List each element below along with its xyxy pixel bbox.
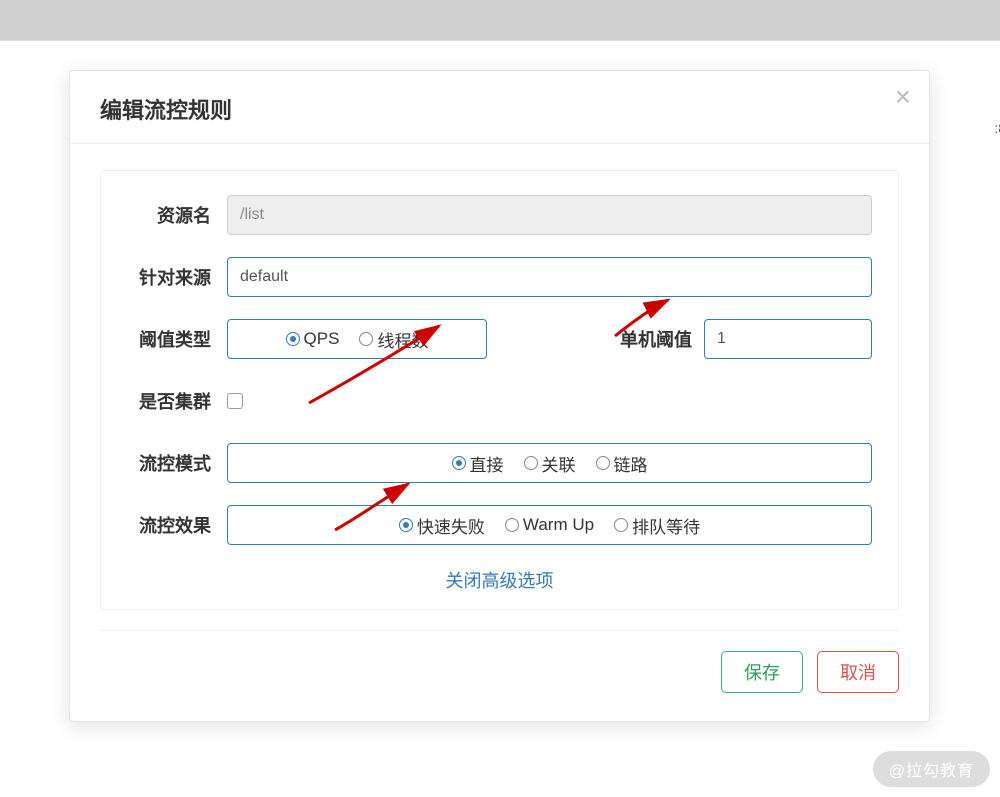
- cluster-checkbox[interactable]: [227, 393, 243, 409]
- radio-dot-icon: [524, 456, 538, 470]
- radio-dot-icon: [614, 518, 628, 532]
- label-effect: 流控效果: [127, 512, 227, 538]
- radio-dot-icon: [286, 332, 300, 346]
- row-mode: 流控模式 直接 关联: [127, 443, 872, 483]
- label-cluster: 是否集群: [127, 388, 227, 414]
- form-panel: 资源名 /list 针对来源 阈值类型: [100, 170, 899, 610]
- label-single-threshold: 单机阈值: [620, 326, 692, 352]
- row-resource: 资源名 /list: [127, 195, 872, 235]
- effect-group: 快速失败 Warm Up 排队等待: [227, 505, 872, 545]
- resource-value: /list: [240, 206, 264, 224]
- source-input[interactable]: [227, 257, 872, 297]
- row-advanced-link: 关闭高级选项: [127, 567, 872, 593]
- row-threshold: 阈值类型 QPS 线程数: [127, 319, 872, 359]
- radio-mode-direct[interactable]: 直接: [452, 451, 504, 476]
- close-icon[interactable]: ×: [895, 83, 911, 111]
- resource-input: /list: [227, 195, 872, 235]
- radio-dot-icon: [596, 456, 610, 470]
- modal-header: 编辑流控规则 ×: [70, 71, 929, 144]
- radio-effect-warmup[interactable]: Warm Up: [505, 515, 594, 535]
- radio-mode-direct-label: 直接: [470, 451, 504, 476]
- radio-dot-icon: [505, 518, 519, 532]
- row-effect: 流控效果 快速失败 Warm Up: [127, 505, 872, 545]
- radio-threads-label: 线程数: [377, 327, 428, 352]
- radio-effect-fail-label: 快速失败: [417, 513, 485, 538]
- toggle-advanced-link[interactable]: 关闭高级选项: [446, 571, 554, 591]
- radio-dot-icon: [399, 518, 413, 532]
- save-button[interactable]: 保存: [721, 651, 803, 693]
- threshold-type-group: QPS 线程数: [227, 319, 487, 359]
- save-button-label: 保存: [744, 659, 780, 685]
- single-threshold-input[interactable]: [704, 319, 872, 359]
- radio-effect-queue[interactable]: 排队等待: [614, 513, 700, 538]
- modal-title: 编辑流控规则: [100, 93, 899, 125]
- radio-qps-label: QPS: [304, 329, 340, 349]
- row-source: 针对来源: [127, 257, 872, 297]
- radio-threads[interactable]: 线程数: [359, 327, 428, 352]
- radio-effect-queue-label: 排队等待: [632, 513, 700, 538]
- radio-dot-icon: [452, 456, 466, 470]
- label-mode: 流控模式: [127, 450, 227, 476]
- radio-mode-relate-label: 关联: [542, 451, 576, 476]
- radio-dot-icon: [359, 332, 373, 346]
- row-cluster: 是否集群: [127, 381, 872, 421]
- label-source: 针对来源: [127, 264, 227, 290]
- radio-mode-relate[interactable]: 关联: [524, 451, 576, 476]
- label-resource: 资源名: [127, 202, 227, 228]
- radio-mode-chain[interactable]: 链路: [596, 451, 648, 476]
- radio-qps[interactable]: QPS: [286, 329, 340, 349]
- radio-effect-warmup-label: Warm Up: [523, 515, 594, 535]
- radio-effect-fail[interactable]: 快速失败: [399, 513, 485, 538]
- cancel-button[interactable]: 取消: [817, 651, 899, 693]
- edit-flow-rule-modal: 编辑流控规则 × 资源名 /list 针对来源: [69, 70, 930, 722]
- watermark-badge: @拉勾教育: [873, 751, 990, 787]
- mode-group: 直接 关联 链路: [227, 443, 872, 483]
- modal-body: 资源名 /list 针对来源 阈值类型: [70, 144, 929, 631]
- radio-mode-chain-label: 链路: [614, 451, 648, 476]
- label-threshold-type: 阈值类型: [127, 326, 227, 352]
- footer-divider: [100, 630, 899, 631]
- cancel-button-label: 取消: [840, 659, 876, 685]
- modal-footer: 保存 取消: [70, 651, 929, 721]
